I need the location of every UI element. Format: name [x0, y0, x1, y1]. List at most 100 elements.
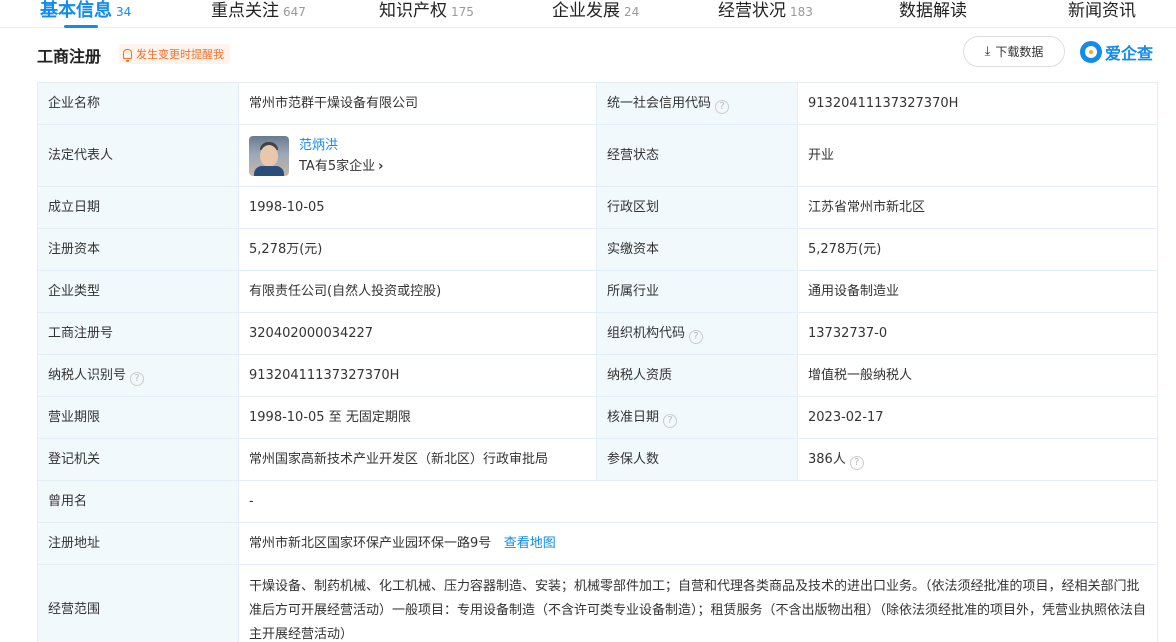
aiqicha-logo-icon: [1080, 41, 1102, 63]
approved-value: 2023-02-17: [797, 396, 1158, 439]
status-value: 开业: [797, 124, 1158, 187]
region-value: 江苏省常州市新北区: [797, 186, 1158, 229]
field-label: 纳税人识别号: [48, 367, 127, 383]
term-value: 1998-10-05 至 无固定期限: [238, 396, 597, 439]
field-label: 所属行业: [596, 270, 798, 313]
chevron-right-icon: ›: [378, 158, 384, 174]
table-row: 经营范围 干燥设备、制药机械、化工机械、压力容器制造、安装；机械零部件加工；自营…: [37, 564, 1158, 642]
reminder-label: 发生变更时提醒我: [136, 48, 224, 61]
tax-qual-value: 增值税一般纳税人: [797, 354, 1158, 397]
help-icon[interactable]: ?: [715, 99, 730, 114]
table-row: 企业类型 有限责任公司(自然人投资或控股) 所属行业 通用设备制造业: [37, 270, 1158, 313]
field-label: 企业类型: [37, 270, 239, 313]
reg-no-value: 320402000034227: [238, 312, 597, 355]
tab-count: 175: [451, 5, 474, 19]
help-icon[interactable]: ?: [689, 329, 704, 344]
field-label: 注册地址: [37, 522, 239, 565]
legal-rep-companies-link[interactable]: TA有5家企业 ›: [299, 156, 383, 177]
field-label: 企业名称: [37, 82, 239, 125]
tab-news[interactable]: 新闻资讯: [1068, 0, 1136, 24]
field-label: 注册资本: [37, 228, 239, 271]
logo-text: 爱企查: [1105, 44, 1154, 63]
help-icon[interactable]: ?: [663, 413, 678, 428]
industry-value: 通用设备制造业: [797, 270, 1158, 313]
field-label: 经营范围: [37, 564, 239, 642]
field-label: 成立日期: [37, 186, 239, 229]
tab-operations[interactable]: 经营状况 183: [718, 0, 813, 24]
field-label: 工商注册号: [37, 312, 239, 355]
insured-value: 386人: [808, 451, 846, 467]
tab-count: 34: [116, 5, 132, 19]
change-reminder-button[interactable]: 发生变更时提醒我: [119, 44, 230, 64]
table-row: 登记机关 常州国家高新技术产业开发区（新北区）行政审批局 参保人数 386人?: [37, 438, 1158, 481]
table-row: 成立日期 1998-10-05 行政区划 江苏省常州市新北区: [37, 186, 1158, 229]
company-type-value: 有限责任公司(自然人投资或控股): [238, 270, 597, 313]
tab-label: 数据解读: [899, 1, 967, 21]
help-icon[interactable]: ?: [130, 371, 145, 386]
active-tab-indicator: [64, 25, 98, 28]
address-value: 常州市新北区国家环保产业园环保一路9号: [249, 535, 492, 551]
table-row: 法定代表人 范炳洪 TA有5家企业 › 经营状态 开业: [37, 124, 1158, 187]
tab-count: 647: [283, 5, 306, 19]
tab-label: 知识产权: [379, 1, 447, 21]
company-name: 常州市范群干燥设备有限公司: [238, 82, 597, 125]
tab-count: 183: [790, 5, 813, 19]
tab-basic-info[interactable]: 基本信息 34: [40, 0, 131, 24]
uscc-value: 91320411137327370H: [797, 82, 1158, 125]
reg-capital-value: 5,278万(元): [238, 228, 597, 271]
table-row: 注册地址 常州市新北区国家环保产业园环保一路9号 查看地图: [37, 522, 1158, 565]
founded-value: 1998-10-05: [238, 186, 597, 229]
nav-tabs: 基本信息 34 重点关注 647 知识产权 175 企业发展 24 经营状况 1…: [0, 0, 1176, 28]
registration-info-table: 企业名称 常州市范群干燥设备有限公司 统一社会信用代码? 91320411137…: [37, 82, 1158, 642]
field-label: 统一社会信用代码: [607, 95, 712, 111]
download-icon: ⤓: [984, 44, 991, 59]
field-label: 纳税人资质: [596, 354, 798, 397]
table-row: 注册资本 5,278万(元) 实缴资本 5,278万(元): [37, 228, 1158, 271]
view-map-link[interactable]: 查看地图: [504, 536, 556, 551]
field-label: 曾用名: [37, 480, 239, 523]
tab-label: 经营状况: [718, 1, 786, 21]
tab-key-focus[interactable]: 重点关注 647: [211, 0, 306, 24]
business-scope-value: 干燥设备、制药机械、化工机械、压力容器制造、安装；机械零部件加工；自营和代理各类…: [238, 564, 1158, 642]
field-label: 核准日期: [607, 409, 660, 425]
table-row: 企业名称 常州市范群干燥设备有限公司 统一社会信用代码? 91320411137…: [37, 82, 1158, 125]
bell-icon: [123, 49, 132, 62]
field-label: 法定代表人: [37, 124, 239, 187]
tab-label: 基本信息: [40, 0, 112, 21]
help-icon[interactable]: ?: [849, 455, 864, 470]
legal-rep-avatar[interactable]: [249, 135, 289, 176]
paid-capital-value: 5,278万(元): [797, 228, 1158, 271]
tab-data-analysis[interactable]: 数据解读: [899, 0, 967, 24]
field-label: 组织机构代码: [607, 325, 686, 341]
field-label: 行政区划: [596, 186, 798, 229]
tab-label: 重点关注: [211, 1, 279, 21]
legal-rep-cell: 范炳洪 TA有5家企业 ›: [238, 124, 597, 187]
field-label: 经营状态: [596, 124, 798, 187]
tab-ip[interactable]: 知识产权 175: [379, 0, 474, 24]
former-name-value: -: [238, 480, 1158, 523]
field-label: 营业期限: [37, 396, 239, 439]
tax-id-value: 91320411137327370H: [238, 354, 597, 397]
tab-label: 新闻资讯: [1068, 1, 1136, 21]
field-label-approved: 核准日期?: [596, 396, 798, 439]
field-label-uscc: 统一社会信用代码?: [596, 82, 798, 125]
table-row: 工商注册号 320402000034227 组织机构代码? 13732737-0: [37, 312, 1158, 355]
tab-label: 企业发展: [552, 1, 620, 21]
field-label: 实缴资本: [596, 228, 798, 271]
table-row: 曾用名 -: [37, 480, 1158, 523]
tab-development[interactable]: 企业发展 24: [552, 0, 639, 24]
download-label: 下载数据: [995, 45, 1044, 59]
tab-count: 24: [624, 5, 640, 19]
section-title: 工商注册: [37, 47, 102, 66]
field-label-org-code: 组织机构代码?: [596, 312, 798, 355]
org-code-value: 13732737-0: [797, 312, 1158, 355]
insured-cell: 386人?: [797, 438, 1158, 481]
table-row: 纳税人识别号? 91320411137327370H 纳税人资质 增值税一般纳税…: [37, 354, 1158, 397]
field-label: 参保人数: [596, 438, 798, 481]
field-label: 登记机关: [37, 438, 239, 481]
authority-value: 常州国家高新技术产业开发区（新北区）行政审批局: [238, 438, 597, 481]
download-data-button[interactable]: ⤓ 下载数据: [963, 36, 1065, 67]
legal-rep-name-link[interactable]: 范炳洪: [299, 135, 383, 156]
field-label-tax-id: 纳税人识别号?: [37, 354, 239, 397]
table-row: 营业期限 1998-10-05 至 无固定期限 核准日期? 2023-02-17: [37, 396, 1158, 439]
